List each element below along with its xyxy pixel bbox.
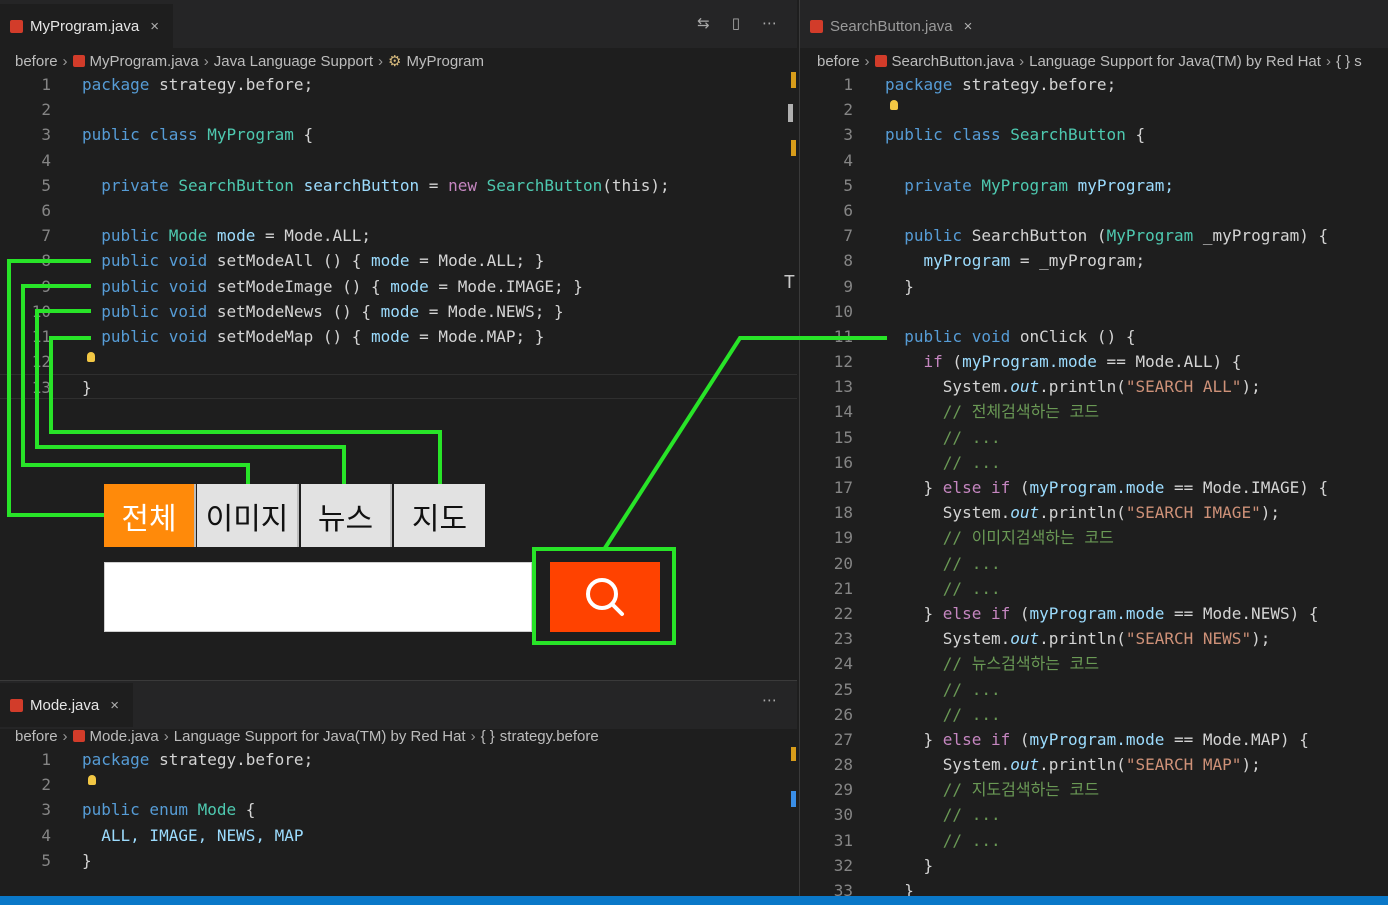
mode-tab-map[interactable]: 지도: [394, 484, 485, 547]
connector-setmodeimage: [21, 284, 250, 485]
mode-tab-news[interactable]: 뉴스: [301, 484, 392, 547]
search-button-highlight: [532, 547, 676, 645]
search-input[interactable]: [104, 562, 532, 632]
mode-tab-all[interactable]: 전체: [104, 484, 196, 547]
connector-setmodemap: [49, 336, 442, 485]
status-bar: [0, 896, 1388, 905]
connector-lines: [7, 259, 887, 550]
mode-tab-image[interactable]: 이미지: [197, 484, 299, 547]
connector-onclick: [603, 336, 887, 550]
